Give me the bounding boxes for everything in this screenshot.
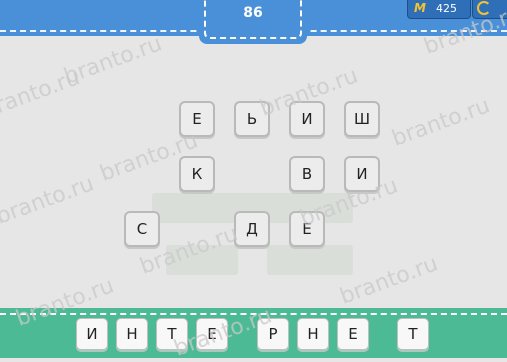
letter-tile[interactable]: В (289, 156, 325, 192)
watermark: branto.ru (0, 171, 98, 230)
letter-tile[interactable]: И (344, 156, 380, 192)
coins-counter[interactable]: M 425 (407, 0, 471, 19)
answer-letter[interactable]: Т (397, 318, 429, 350)
ghost-slot (267, 245, 353, 275)
letter-tile[interactable]: Е (289, 211, 325, 247)
letter-tile[interactable]: Ь (234, 101, 270, 137)
answer-bar-stitch (0, 313, 507, 315)
watermark: branto.ru (60, 31, 166, 90)
answer-letter[interactable]: Е (337, 318, 369, 350)
letter-tile[interactable]: С (124, 211, 160, 247)
answer-letter[interactable]: Р (257, 318, 289, 350)
hint-icon (477, 1, 491, 15)
watermark: branto.ru (0, 65, 84, 124)
hint-button[interactable] (472, 0, 507, 19)
answer-letter[interactable]: Н (116, 318, 148, 350)
letter-tile[interactable]: К (179, 156, 215, 192)
ghost-slot (166, 245, 238, 275)
answer-letter[interactable]: Н (297, 318, 329, 350)
answer-letter[interactable]: Е (196, 318, 228, 350)
letter-tile[interactable]: Д (234, 211, 270, 247)
answer-letter[interactable]: И (76, 318, 108, 350)
coin-icon: M (414, 1, 426, 15)
level-tab: 86 (199, 0, 307, 44)
letter-tile[interactable]: Е (179, 101, 215, 137)
letter-tile[interactable]: Ш (344, 101, 380, 137)
level-number: 86 (243, 5, 263, 21)
coin-count: 425 (436, 2, 457, 15)
watermark: branto.ru (388, 93, 494, 152)
answer-letter[interactable]: Т (156, 318, 188, 350)
letter-tile[interactable]: И (289, 101, 325, 137)
